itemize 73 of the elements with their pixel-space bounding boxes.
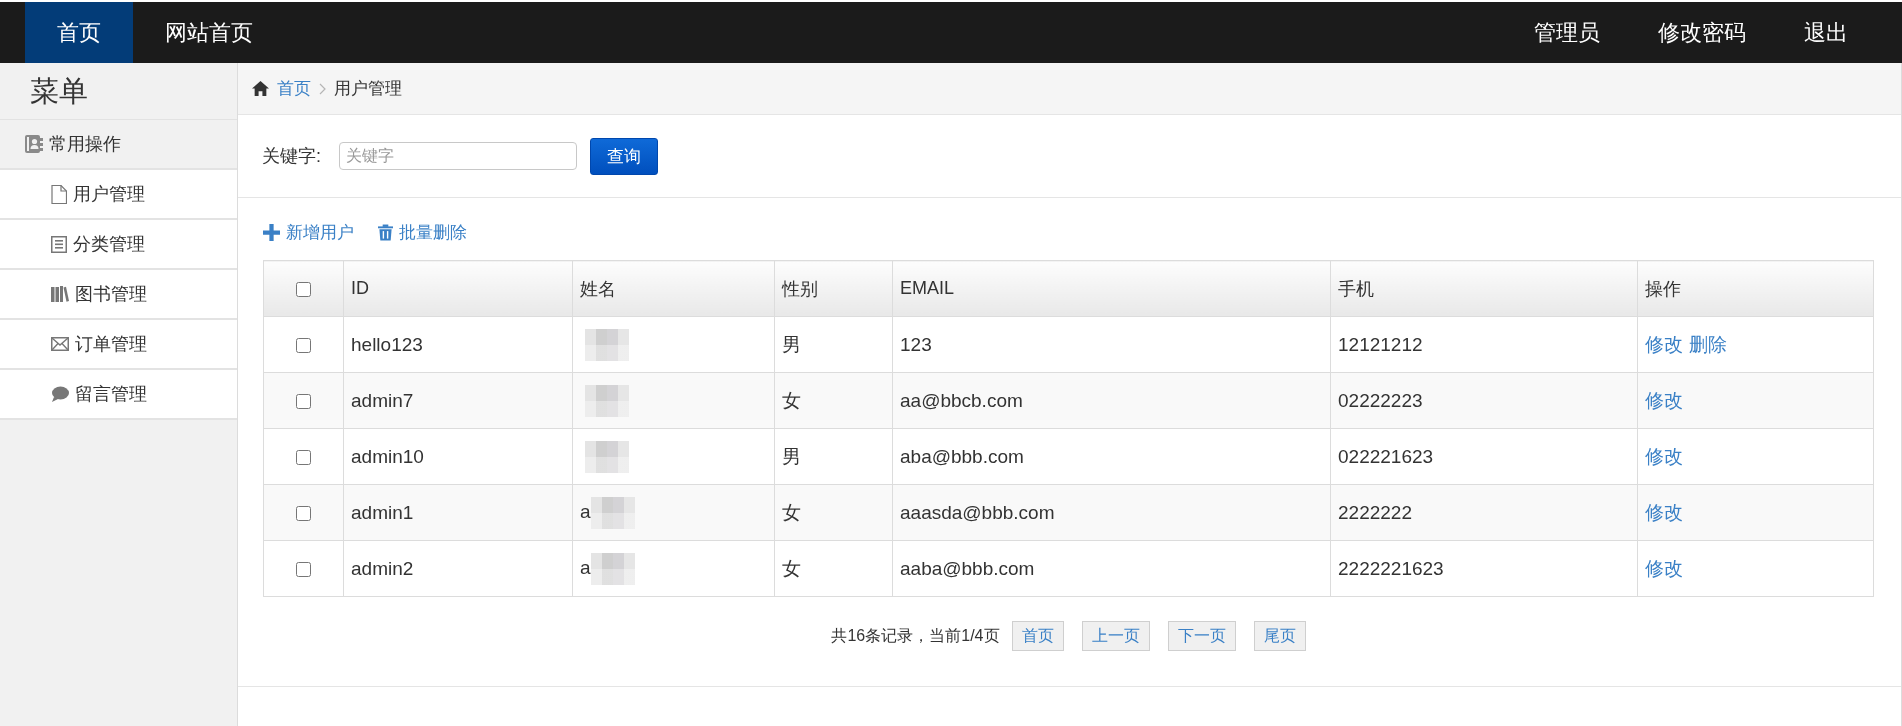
list-document-icon: [51, 235, 67, 253]
table-cell: admin7: [343, 372, 573, 429]
breadcrumb-current: 用户管理: [334, 78, 402, 100]
edit-link[interactable]: 修改: [1645, 333, 1683, 355]
nav-tab[interactable]: 网站首页: [133, 2, 285, 63]
table-cell: aba@bbb.com: [892, 428, 1331, 485]
page-button[interactable]: 尾页: [1253, 621, 1306, 651]
edit-link[interactable]: 修改: [1645, 557, 1683, 579]
nav-link[interactable]: 退出: [1775, 2, 1877, 63]
table-cell: 女: [774, 540, 893, 597]
table-cell: a: [580, 556, 591, 578]
edit-link[interactable]: 修改: [1645, 389, 1683, 411]
table-cell: 123: [892, 316, 1331, 373]
search-button[interactable]: 查询: [590, 137, 658, 175]
table-cell: aa@bbcb.com: [892, 372, 1331, 429]
books-icon: [51, 286, 69, 302]
trash-icon: [378, 223, 393, 241]
table-cell: admin1: [343, 484, 573, 541]
sidebar-item[interactable]: 订单管理: [0, 320, 237, 370]
envelope-icon: [51, 337, 69, 351]
table-cell: 女: [774, 372, 893, 429]
menu-title: 菜单: [30, 74, 88, 108]
row-checkbox[interactable]: [296, 450, 311, 465]
table-cell: 男: [774, 316, 893, 373]
sidebar-item[interactable]: 图书管理: [0, 270, 237, 320]
table-cell: 2222221623: [1330, 540, 1638, 597]
table-cell: 2222222: [1330, 484, 1638, 541]
table-cell: 男: [774, 428, 893, 485]
plus-icon: [263, 223, 280, 241]
table-cell: admin10: [343, 428, 573, 485]
delete-link[interactable]: 删除: [1689, 333, 1727, 355]
keyword-label: 关键字:: [262, 145, 321, 168]
nav-link[interactable]: 管理员: [1505, 2, 1629, 63]
row-checkbox[interactable]: [296, 506, 311, 521]
sidebar-item[interactable]: 用户管理: [0, 170, 237, 220]
document-icon: [51, 184, 67, 204]
table-cell: 12121212: [1330, 316, 1638, 373]
table-cell: 女: [774, 484, 893, 541]
select-all-checkbox[interactable]: [296, 281, 311, 297]
edit-link[interactable]: 修改: [1645, 501, 1683, 523]
sidebar-item[interactable]: 留言管理: [0, 370, 237, 420]
table-cell: hello123: [343, 316, 573, 373]
table-cell: a: [580, 500, 591, 522]
contact-book-icon: [25, 135, 43, 153]
nav-tab[interactable]: 首页: [25, 2, 133, 63]
breadcrumb-link[interactable]: 首页: [277, 77, 311, 100]
row-checkbox[interactable]: [296, 338, 311, 353]
page-button[interactable]: 首页: [1011, 621, 1064, 651]
speech-bubble-icon: [51, 386, 69, 402]
home-icon: [252, 81, 269, 96]
column-header: 性别: [774, 260, 893, 317]
page-button[interactable]: 上一页: [1081, 621, 1150, 651]
row-checkbox[interactable]: [296, 394, 311, 409]
chevron-right-icon: [319, 82, 326, 95]
nav-link[interactable]: 修改密码: [1629, 2, 1775, 63]
pagination-summary: 共16条记录，当前1/4页: [831, 625, 1000, 646]
column-header: 手机: [1330, 260, 1638, 317]
sidebar-item[interactable]: 分类管理: [0, 220, 237, 270]
keyword-input[interactable]: 关键字: [339, 142, 577, 170]
row-checkbox[interactable]: [296, 562, 311, 577]
table-cell: aaasda@bbb.com: [892, 484, 1331, 541]
page-button[interactable]: 下一页: [1167, 621, 1236, 651]
add-user-link[interactable]: 新增用户: [263, 220, 354, 244]
column-header: 操作: [1637, 260, 1874, 317]
column-header: EMAIL: [892, 260, 1331, 317]
column-header: ID: [343, 260, 573, 317]
edit-link[interactable]: 修改: [1645, 445, 1683, 467]
table-cell: admin2: [343, 540, 573, 597]
table-cell: 02222223: [1330, 372, 1638, 429]
table-cell: 022221623: [1330, 428, 1638, 485]
column-header: 姓名: [572, 260, 775, 317]
table-cell: aaba@bbb.com: [892, 540, 1331, 597]
batch-delete-link[interactable]: 批量删除: [378, 220, 467, 244]
